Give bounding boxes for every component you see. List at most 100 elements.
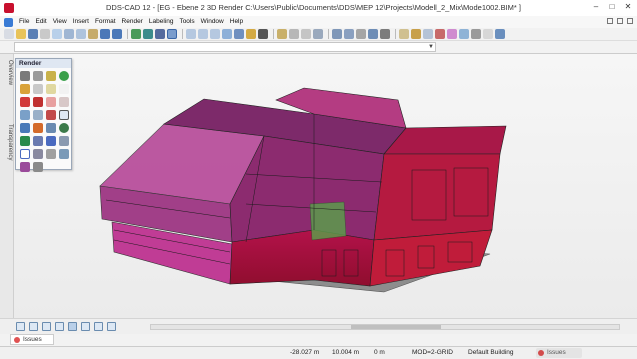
floor-icon[interactable] — [411, 29, 421, 39]
shaded-icon[interactable] — [46, 71, 56, 81]
maximize-button[interactable]: □ — [605, 0, 619, 14]
camera-icon[interactable] — [258, 29, 268, 39]
elevation-icon[interactable] — [344, 29, 354, 39]
view-top-icon[interactable] — [186, 29, 196, 39]
cable-icon[interactable] — [459, 29, 469, 39]
3d-viewport[interactable] — [14, 54, 637, 318]
horizontal-scrollbar[interactable] — [150, 324, 620, 330]
house-icon[interactable] — [399, 29, 409, 39]
figure-icon[interactable] — [20, 110, 30, 120]
table-icon[interactable] — [59, 149, 69, 159]
layer-dropdown[interactable]: ▼ — [14, 42, 436, 52]
menu-view[interactable]: View — [50, 16, 70, 28]
save-icon[interactable] — [28, 29, 38, 39]
menu-help[interactable]: Help — [227, 16, 246, 28]
close-button[interactable]: ✕ — [621, 0, 635, 14]
view-3d-icon[interactable] — [167, 29, 177, 39]
wireframe-icon[interactable] — [20, 71, 30, 81]
menu-edit[interactable]: Edit — [32, 16, 49, 28]
show-icon[interactable] — [368, 29, 378, 39]
view-side-icon[interactable] — [210, 29, 220, 39]
split-icon[interactable] — [42, 322, 51, 331]
tab-transparency[interactable]: Transparency — [1, 124, 13, 160]
menu-format[interactable]: Format — [92, 16, 119, 28]
scrollbar-thumb[interactable] — [351, 325, 441, 329]
view-front-icon[interactable] — [198, 29, 208, 39]
refresh-icon[interactable] — [20, 136, 30, 146]
hidden-line-icon[interactable] — [33, 71, 43, 81]
cut-icon[interactable] — [64, 29, 74, 39]
minimize-button[interactable]: – — [589, 0, 603, 14]
zoom-window-icon[interactable] — [143, 29, 153, 39]
view-iso-icon[interactable] — [222, 29, 232, 39]
globe-icon[interactable] — [59, 123, 69, 133]
fly-icon[interactable] — [33, 123, 43, 133]
texture-icon[interactable] — [33, 84, 43, 94]
paste-icon[interactable] — [88, 29, 98, 39]
isolate-icon[interactable] — [380, 29, 390, 39]
status-issues-button[interactable]: Issues — [536, 348, 582, 358]
camera-path-icon[interactable] — [46, 149, 56, 159]
delete-icon[interactable] — [46, 110, 56, 120]
menu-insert[interactable]: Insert — [70, 16, 92, 28]
redo-icon[interactable] — [112, 29, 122, 39]
new-icon[interactable] — [4, 29, 14, 39]
menu-render[interactable]: Render — [119, 16, 146, 28]
gear-icon[interactable] — [59, 136, 69, 146]
tab-overview[interactable]: Overview — [1, 60, 13, 85]
room-icon[interactable] — [423, 29, 433, 39]
view-mode-icon[interactable] — [16, 322, 25, 331]
doc-minimize-button[interactable] — [607, 18, 613, 24]
columns-icon[interactable] — [29, 322, 38, 331]
material-icon[interactable] — [20, 84, 30, 94]
open-icon[interactable] — [16, 29, 26, 39]
doc-close-button[interactable] — [627, 18, 633, 24]
export-icon[interactable] — [33, 136, 43, 146]
print-render-icon[interactable] — [33, 149, 43, 159]
stop-icon[interactable] — [33, 162, 43, 172]
menu-labeling[interactable]: Labeling — [146, 16, 177, 28]
symbol-icon[interactable] — [471, 29, 481, 39]
light-source-icon[interactable] — [46, 84, 56, 94]
text-icon[interactable] — [483, 29, 493, 39]
measure-icon[interactable] — [313, 29, 323, 39]
render-go-icon[interactable] — [59, 71, 69, 81]
preview-icon[interactable] — [52, 29, 62, 39]
shadow-icon[interactable] — [59, 97, 69, 107]
zoom-icon[interactable] — [131, 29, 141, 39]
duct-icon[interactable] — [447, 29, 457, 39]
light-icon[interactable] — [246, 29, 256, 39]
hide-icon[interactable] — [356, 29, 366, 39]
info-icon[interactable] — [495, 29, 505, 39]
app-logo-icon[interactable] — [4, 3, 14, 13]
plan-view-icon[interactable] — [81, 322, 90, 331]
doc-restore-button[interactable] — [617, 18, 623, 24]
copy-icon[interactable] — [76, 29, 86, 39]
building-render[interactable] — [14, 54, 637, 318]
section-icon[interactable] — [332, 29, 342, 39]
menu-window[interactable]: Window — [198, 16, 227, 28]
snap-icon[interactable] — [301, 29, 311, 39]
person-icon[interactable] — [33, 110, 43, 120]
pipe-icon[interactable] — [435, 29, 445, 39]
cursor-icon[interactable] — [59, 110, 69, 120]
menu-tools[interactable]: Tools — [176, 16, 197, 28]
walk-icon[interactable] — [20, 123, 30, 133]
red-cube-icon[interactable] — [20, 97, 30, 107]
layout-view-icon[interactable] — [107, 322, 116, 331]
sun-icon[interactable] — [20, 162, 30, 172]
undo-icon[interactable] — [100, 29, 110, 39]
sheet-view-icon[interactable] — [94, 322, 103, 331]
color-cube-icon[interactable] — [33, 97, 43, 107]
orbit-icon[interactable] — [234, 29, 244, 39]
pan-icon[interactable] — [155, 29, 165, 39]
transparency-icon[interactable] — [46, 97, 56, 107]
settings-icon[interactable] — [46, 136, 56, 146]
elevation-view-icon[interactable] — [68, 322, 77, 331]
measure-3d-icon[interactable] — [46, 123, 56, 133]
issues-tab[interactable]: Issues — [10, 334, 54, 345]
layer-icon[interactable] — [277, 29, 287, 39]
section-view-icon[interactable] — [55, 322, 64, 331]
print-icon[interactable] — [40, 29, 50, 39]
document-icon[interactable] — [4, 17, 13, 27]
